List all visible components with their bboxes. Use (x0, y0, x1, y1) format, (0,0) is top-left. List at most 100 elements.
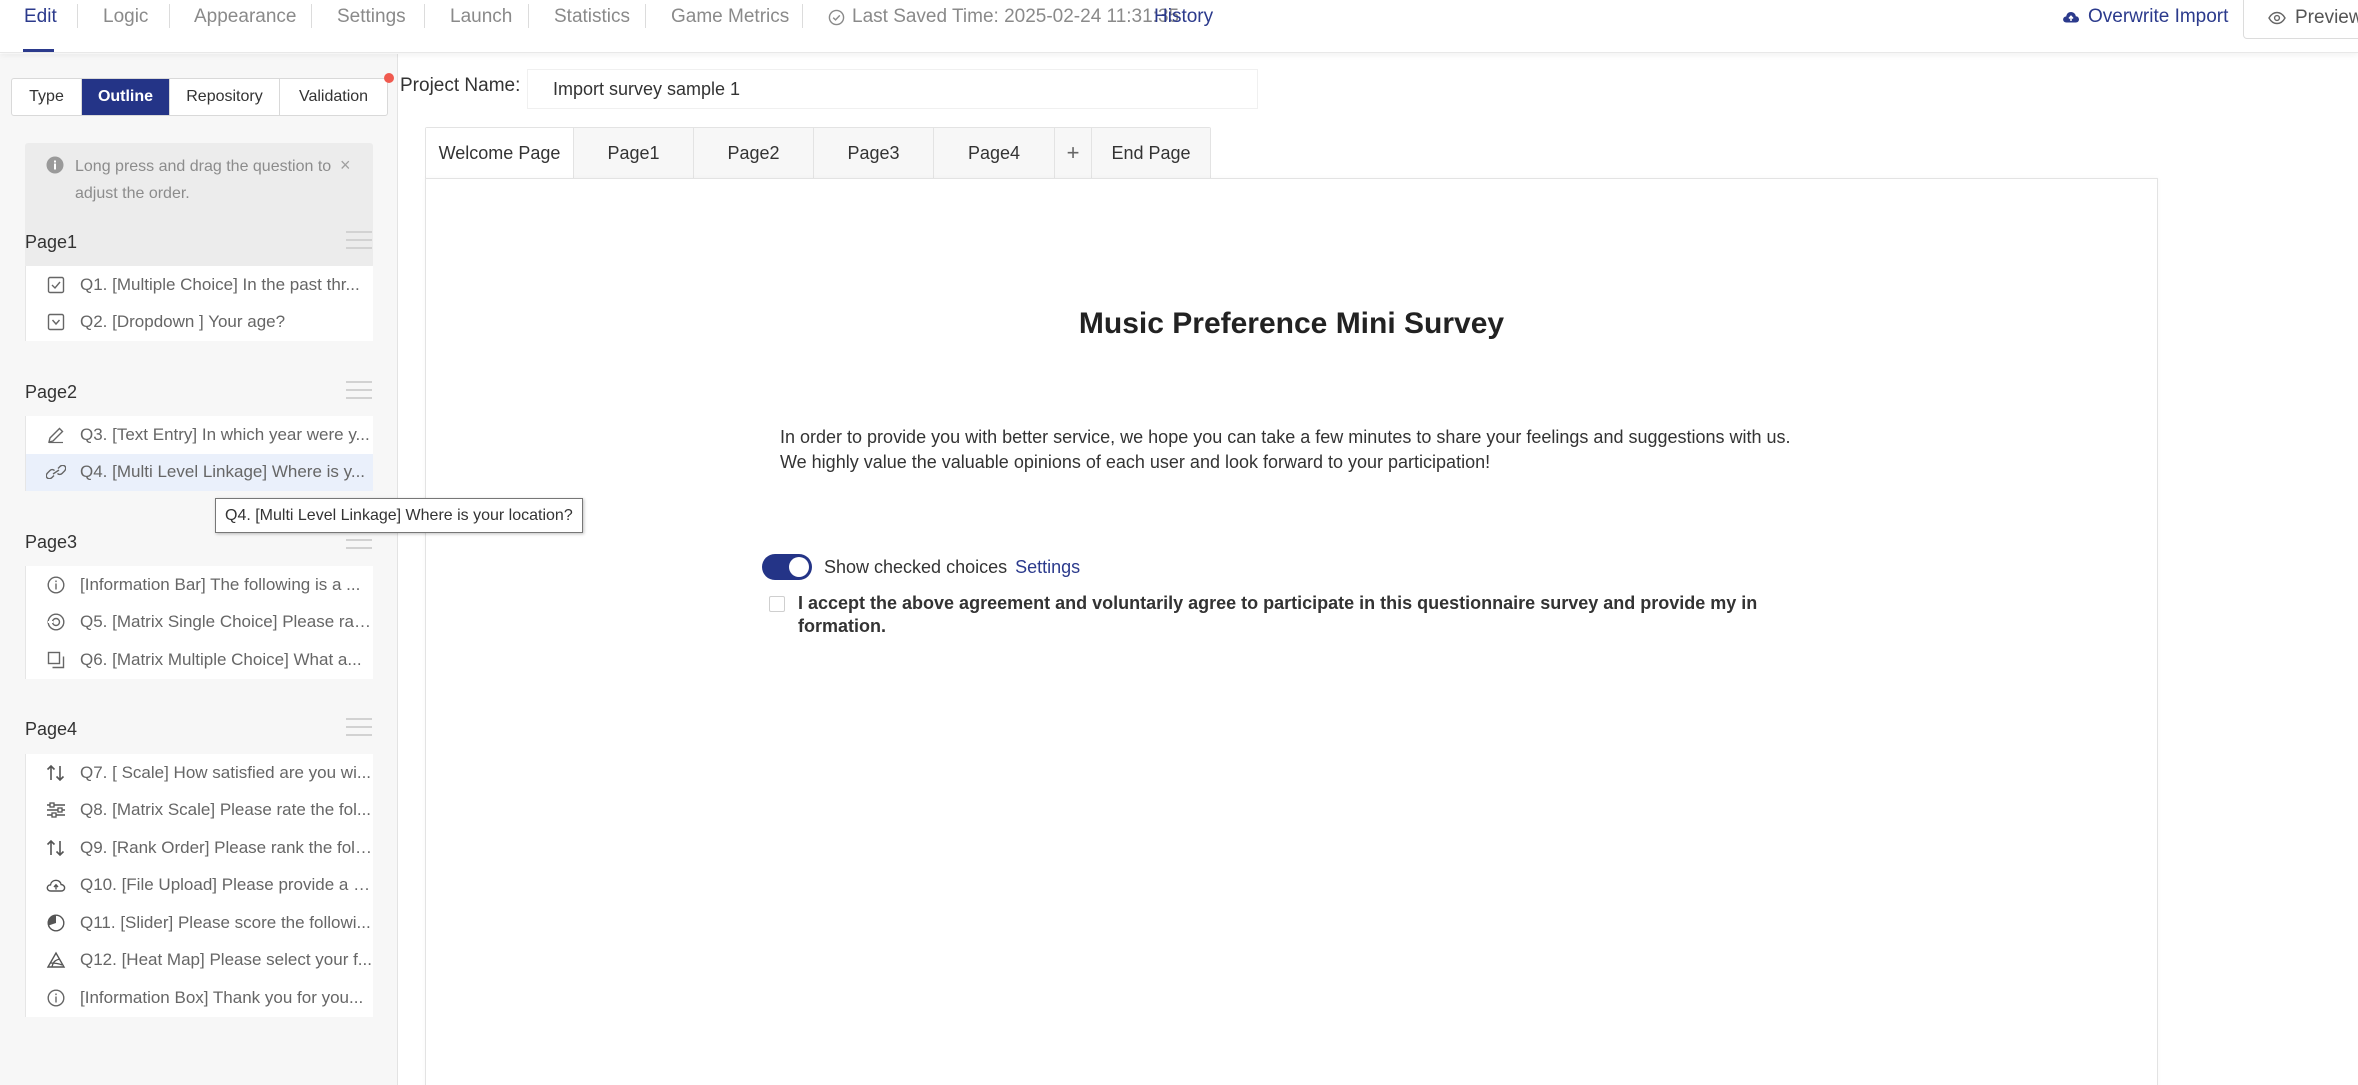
info-icon (46, 575, 66, 595)
segment-type[interactable]: Type (12, 79, 82, 115)
question-label: Q3. [Text Entry] In which year were y... (80, 424, 370, 444)
list-item[interactable]: [Information Box] Thank you for you... (26, 979, 373, 1017)
settings-link[interactable]: Settings (1015, 557, 1080, 578)
list-item[interactable]: Q7. [ Scale] How satisfied are you wi... (26, 754, 373, 792)
drag-handle-icon[interactable] (346, 531, 372, 551)
question-label: [Information Bar] The following is a ... (80, 574, 361, 594)
overwrite-import-button[interactable]: Overwrite Import (2062, 6, 2228, 28)
nav-tab-launch[interactable]: Launch (450, 6, 512, 28)
list-item[interactable]: Q5. [Matrix Single Choice] Please rat... (26, 604, 373, 642)
page-tabs: Welcome Page Page1 Page2 Page3 Page4 + E… (425, 127, 1211, 179)
nav-divider (169, 4, 170, 28)
list-item[interactable]: Q10. [File Upload] Please provide a s... (26, 867, 373, 905)
outline-page-title: Page4 (25, 719, 78, 739)
notification-dot (384, 73, 394, 83)
tab-end-page[interactable]: End Page (1092, 128, 1210, 178)
outline-page-title: Page2 (25, 382, 78, 402)
question-label: Q10. [File Upload] Please provide a s... (80, 875, 372, 895)
list-item[interactable]: Q11. [Slider] Please score the followi..… (26, 904, 373, 942)
overwrite-import-label: Overwrite Import (2088, 6, 2229, 27)
nav-tab-settings[interactable]: Settings (337, 6, 406, 28)
reorder-tip: Long press and drag the question to adju… (25, 143, 373, 268)
nav-divider (528, 4, 529, 28)
question-label: [Information Box] Thank you for you... (80, 987, 364, 1007)
dropdown-icon (46, 312, 66, 332)
pie-icon (46, 913, 66, 933)
question-label: Q8. [Matrix Scale] Please rate the fol..… (80, 800, 372, 820)
question-label: Q5. [Matrix Single Choice] Please rat... (80, 612, 372, 632)
description-line: In order to provide you with better serv… (780, 427, 1791, 447)
question-label: Q6. [Matrix Multiple Choice] What a... (80, 649, 362, 669)
agreement-checkbox[interactable] (769, 596, 785, 612)
list-item[interactable]: Q3. [Text Entry] In which year were y... (26, 416, 373, 454)
show-checked-choices-row: Show checked choices Settings (762, 554, 1080, 580)
nav-divider (802, 4, 803, 28)
list-item[interactable]: Q1. [Multiple Choice] In the past thr... (26, 266, 373, 304)
description-line: We highly value the valuable opinions of… (780, 452, 1491, 472)
list-item[interactable]: Q12. [Heat Map] Please select your f... (26, 942, 373, 980)
tab-page4[interactable]: Page4 (934, 128, 1055, 178)
toggle-label: Show checked choices (824, 556, 1008, 577)
cloud-upload-icon (2063, 12, 2079, 23)
survey-title[interactable]: Music Preference Mini Survey (426, 307, 2157, 341)
list-item[interactable]: Q4. [Multi Level Linkage] Where is y... (26, 453, 373, 491)
close-icon[interactable]: × (340, 155, 351, 176)
nav-tab-edit[interactable]: Edit (24, 6, 57, 28)
project-name-label: Project Name: (400, 75, 521, 96)
question-label: Q11. [Slider] Please score the followi..… (80, 912, 371, 932)
nav-divider (311, 4, 312, 28)
checkbox-icon (46, 275, 66, 295)
eye-icon (2268, 11, 2286, 25)
pencil-icon (46, 425, 66, 445)
outline-page-questions: Q3. [Text Entry] In which year were y...… (25, 416, 373, 491)
question-tooltip: Q4. [Multi Level Linkage] Where is your … (215, 498, 583, 533)
segment-validation[interactable]: Validation (280, 79, 387, 115)
matrix-single-icon (46, 612, 66, 632)
outline-page-questions: [Information Bar] The following is a ...… (25, 566, 373, 679)
agreement-text: I accept the above agreement and volunta… (798, 593, 1758, 636)
list-item[interactable]: Q8. [Matrix Scale] Please rate the fol..… (26, 792, 373, 830)
last-saved-text: Last Saved Time: 2025-02-24 11:31:35 (852, 6, 1180, 27)
question-label: Q4. [Multi Level Linkage] Where is y... (80, 462, 366, 482)
show-checked-toggle[interactable] (762, 554, 812, 580)
survey-description[interactable]: In order to provide you with better serv… (780, 425, 1880, 475)
top-nav-bar: Edit Logic Appearance Settings Launch St… (0, 0, 2358, 53)
list-item[interactable]: Q9. [Rank Order] Please rank the foll... (26, 829, 373, 867)
history-link[interactable]: History (1154, 6, 1213, 28)
project-name-input[interactable] (528, 70, 1257, 108)
toggle-knob (789, 557, 809, 577)
matrix-multiple-icon (46, 650, 66, 670)
list-item[interactable]: Q2. [Dropdown ] Your age? (26, 304, 373, 342)
tab-welcome-page[interactable]: Welcome Page (426, 128, 574, 178)
preview-button[interactable]: Preview (2243, 0, 2358, 39)
segment-outline[interactable]: Outline (82, 79, 170, 115)
scale-arrows-icon (46, 763, 66, 783)
outline-page-questions: Q1. [Multiple Choice] In the past thr...… (25, 266, 373, 341)
nav-divider (77, 4, 78, 28)
question-label: Q7. [ Scale] How satisfied are you wi... (80, 762, 372, 782)
drag-handle-icon[interactable] (346, 381, 372, 401)
list-item[interactable]: Q6. [Matrix Multiple Choice] What a... (26, 641, 373, 679)
sidebar-segmented-control: Type Outline Repository Validation (11, 78, 388, 116)
survey-canvas: Music Preference Mini Survey In order to… (425, 178, 2158, 1085)
nav-tab-statistics[interactable]: Statistics (554, 6, 630, 28)
outline-page-questions: Q7. [ Scale] How satisfied are you wi...… (25, 754, 373, 1017)
tab-page3[interactable]: Page3 (814, 128, 934, 178)
nav-tab-game-metrics[interactable]: Game Metrics (671, 6, 789, 28)
nav-tab-appearance[interactable]: Appearance (194, 6, 296, 28)
segment-repository[interactable]: Repository (170, 79, 280, 115)
add-page-button[interactable]: + (1055, 128, 1092, 178)
tab-page2[interactable]: Page2 (694, 128, 814, 178)
list-item[interactable]: [Information Bar] The following is a ... (26, 566, 373, 604)
nav-divider (424, 4, 425, 28)
tab-page1[interactable]: Page1 (574, 128, 694, 178)
drag-handle-icon[interactable] (346, 718, 372, 738)
outline-page-title: Page3 (25, 532, 78, 552)
nav-tab-logic[interactable]: Logic (103, 6, 148, 28)
preview-label: Preview (2295, 7, 2358, 28)
tip-text: Long press and drag the question to adju… (75, 158, 332, 202)
question-label: Q1. [Multiple Choice] In the past thr... (80, 274, 360, 294)
nav-divider (645, 4, 646, 28)
link-icon (46, 462, 66, 482)
drag-handle-icon[interactable] (346, 231, 372, 251)
